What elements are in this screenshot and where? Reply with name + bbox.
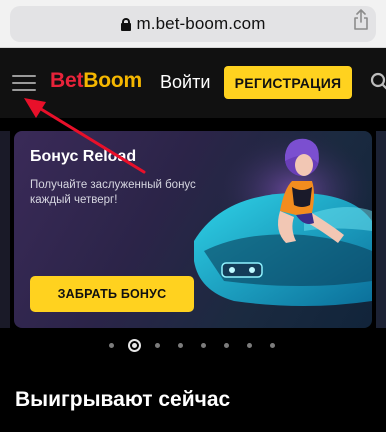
logo-part-boom: Boom [83,69,142,92]
carousel-dot[interactable] [108,343,114,348]
next-slide-peek [376,131,386,328]
url-field[interactable]: m.bet-boom.com [10,6,376,42]
carousel-dot[interactable] [154,343,160,348]
carousel-dot-active[interactable] [127,339,141,352]
banner-illustration [194,131,372,306]
claim-bonus-button[interactable]: ЗАБРАТЬ БОНУС [30,276,194,312]
carousel-pagination [0,338,386,354]
share-icon[interactable] [352,9,370,31]
site-header: BetBoom Войти РЕГИСТРАЦИЯ [0,48,386,118]
login-button[interactable]: Войти [160,72,210,93]
promo-banner[interactable]: Бонус Reload Получайте заслуженный бонус… [14,131,372,328]
carousel-dot[interactable] [269,343,275,348]
prev-slide-peek [0,131,10,328]
carousel-dot[interactable] [223,343,229,348]
betboom-logo[interactable]: BetBoom [50,69,142,93]
carousel-dot[interactable] [246,343,252,348]
logo-part-bet: Bet [50,69,84,92]
register-button[interactable]: РЕГИСТРАЦИЯ [224,66,352,99]
banner-title: Бонус Reload [30,148,137,165]
search-icon[interactable] [370,72,386,92]
carousel-dot[interactable] [177,343,183,348]
carousel-dot[interactable] [200,343,206,348]
url-text: m.bet-boom.com [136,14,266,33]
browser-address-bar: m.bet-boom.com [0,0,386,48]
hamburger-menu-icon[interactable] [12,75,36,93]
lock-icon [120,17,131,31]
section-title-winning-now: Выигрывают сейчас [15,388,231,411]
